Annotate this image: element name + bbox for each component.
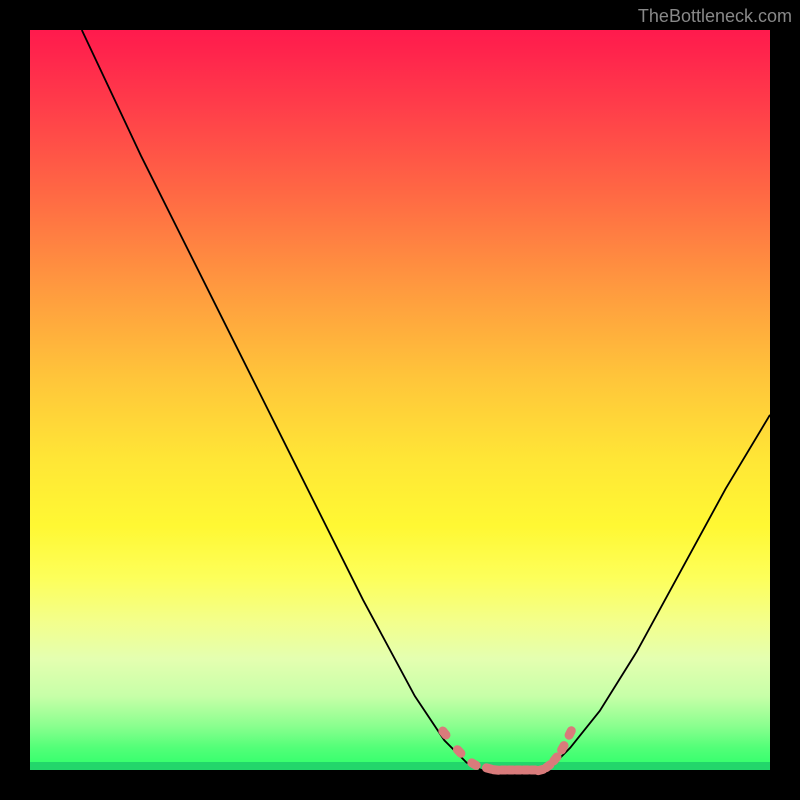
- chart-container: TheBottleneck.com: [0, 0, 800, 800]
- series-right-curve: [548, 415, 770, 770]
- marker-group: [437, 725, 578, 776]
- marker-pill: [563, 725, 577, 742]
- curve-group: [82, 30, 770, 770]
- curve-svg: [30, 30, 770, 770]
- watermark-text: TheBottleneck.com: [638, 6, 792, 27]
- series-left-curve: [82, 30, 482, 770]
- marker-pill: [451, 743, 467, 759]
- plot-area: [30, 30, 770, 770]
- marker-pill: [437, 725, 453, 742]
